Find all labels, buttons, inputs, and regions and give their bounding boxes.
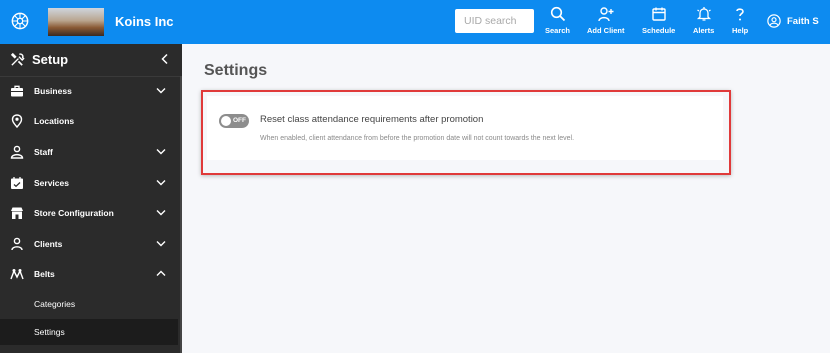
sidebar-item-locations[interactable]: Locations — [0, 106, 182, 136]
sidebar-subitem-settings[interactable]: Settings — [0, 319, 178, 345]
help-button-label: Help — [732, 26, 749, 35]
sidebar-item-label: Belts — [34, 269, 55, 279]
sidebar-header: Setup — [0, 44, 182, 77]
sidebar-item-label: Locations — [34, 116, 75, 126]
user-avatar-icon — [767, 14, 781, 28]
belts-icon — [10, 269, 24, 280]
chevron-up-icon — [156, 270, 166, 276]
sidebar-subitem-label: Settings — [34, 327, 65, 337]
search-icon — [550, 6, 565, 22]
collapse-sidebar-icon[interactable] — [160, 53, 170, 65]
highlight-box — [201, 90, 731, 175]
schedule-button-label: Schedule — [642, 26, 676, 35]
tools-icon — [10, 52, 25, 66]
sidebar-item-store-configuration[interactable]: Store Configuration — [0, 198, 182, 228]
app-logo-icon[interactable] — [11, 12, 29, 30]
toggle-state-label: OFF — [233, 117, 246, 124]
sidebar-item-belts[interactable]: Belts — [0, 259, 182, 289]
question-icon — [736, 8, 744, 21]
setting-description: When enabled, client attendance from bef… — [260, 135, 575, 142]
schedule-button[interactable]: Schedule — [642, 6, 675, 40]
sidebar: Setup Business Locations Staff Services … — [0, 44, 182, 353]
user-menu[interactable]: Faith S — [767, 14, 819, 28]
chevron-down-icon — [156, 149, 166, 155]
add-user-icon — [598, 7, 614, 22]
sidebar-item-business[interactable]: Business — [0, 76, 182, 106]
add-client-button-label: Add Client — [587, 26, 625, 35]
staff-icon — [10, 145, 24, 159]
uid-search-input[interactable] — [455, 9, 534, 33]
toggle-knob — [221, 116, 231, 126]
page-title: Settings — [204, 62, 268, 79]
help-button[interactable]: Help — [732, 6, 748, 40]
user-name: Faith S — [787, 15, 819, 27]
alerts-button-label: Alerts — [693, 26, 715, 35]
add-client-button[interactable]: Add Client — [587, 6, 625, 40]
setting-label: Reset class attendance requirements afte… — [260, 114, 484, 125]
search-button-label: Search — [545, 26, 571, 35]
top-bar: Koins Inc Search Add Client Schedule Ale… — [0, 0, 830, 44]
company-banner-image — [48, 8, 104, 36]
alerts-button[interactable]: Alerts — [693, 6, 714, 40]
sidebar-scrollbar[interactable] — [180, 76, 182, 353]
sidebar-title: Setup — [32, 52, 69, 67]
chevron-down-icon — [156, 241, 166, 247]
sidebar-item-services[interactable]: Services — [0, 168, 182, 198]
chevron-down-icon — [156, 180, 166, 186]
sidebar-item-label: Services — [34, 178, 69, 188]
company-name: Koins Inc — [115, 14, 174, 29]
briefcase-icon — [11, 85, 23, 97]
bell-icon — [696, 7, 711, 21]
store-icon — [11, 207, 23, 219]
calendar-icon — [651, 7, 666, 21]
location-pin-icon — [11, 114, 23, 128]
sidebar-item-label: Staff — [34, 147, 53, 157]
sidebar-item-label: Business — [34, 86, 72, 96]
reset-attendance-toggle[interactable]: OFF — [219, 114, 249, 128]
sidebar-item-label: Store Configuration — [34, 208, 114, 218]
chevron-down-icon — [156, 210, 166, 216]
services-icon — [11, 177, 23, 189]
search-button[interactable]: Search — [545, 6, 570, 40]
client-icon — [11, 237, 23, 251]
sidebar-subitem-categories[interactable]: Categories — [0, 291, 182, 317]
sidebar-item-staff[interactable]: Staff — [0, 137, 182, 167]
sidebar-subitem-label: Categories — [34, 299, 76, 309]
sidebar-item-clients[interactable]: Clients — [0, 229, 182, 259]
chevron-down-icon — [156, 88, 166, 94]
sidebar-item-label: Clients — [34, 239, 63, 249]
